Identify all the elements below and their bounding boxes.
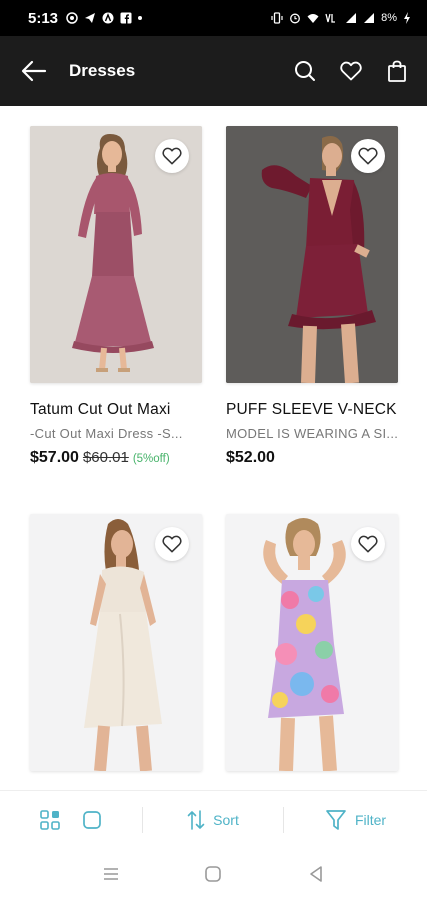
back-nav-button[interactable] xyxy=(296,859,336,889)
telegram-icon xyxy=(85,13,96,23)
product-name[interactable]: Tatum Cut Out Maxi xyxy=(30,401,202,419)
heart-outline-icon xyxy=(162,535,182,553)
product-description: -Cut Out Maxi Dress -S... xyxy=(30,426,183,441)
system-nav-bar xyxy=(0,848,427,900)
wifi-icon xyxy=(307,14,319,23)
battery-percent: 8% xyxy=(381,12,397,24)
view-toggle xyxy=(0,791,142,848)
heart-outline-icon xyxy=(358,535,378,553)
page-title: Dresses xyxy=(69,61,136,80)
sort-icon xyxy=(187,809,205,830)
wishlist-button[interactable] xyxy=(339,59,363,83)
status-right: 8% xyxy=(271,12,411,24)
product-old-price: $60.01 xyxy=(82,449,129,466)
single-view-button[interactable] xyxy=(82,810,102,830)
product-image[interactable] xyxy=(30,126,202,383)
product-card[interactable] xyxy=(226,514,398,771)
app-bar-actions xyxy=(293,59,409,83)
price-row: $57.00 $60.01 (5%off) xyxy=(30,449,202,467)
product-image[interactable] xyxy=(226,126,398,383)
sort-button[interactable]: Sort xyxy=(142,806,284,833)
heart-icon xyxy=(340,61,362,81)
product-image[interactable] xyxy=(30,514,202,771)
filter-icon xyxy=(326,809,346,830)
search-icon xyxy=(295,61,315,81)
more-notifications-dot xyxy=(138,16,143,20)
signal-icon xyxy=(346,13,357,23)
app-bar: Dresses xyxy=(0,36,427,106)
product-description: MODEL IS WEARING A SI... xyxy=(226,426,398,441)
product-discount: (5%off) xyxy=(132,453,170,465)
heart-outline-icon xyxy=(162,147,182,165)
recent-apps-icon xyxy=(104,868,119,880)
product-card[interactable]: Tatum Cut Out Maxi -Cut Out Maxi Dress -… xyxy=(30,126,202,467)
grid-view-button[interactable] xyxy=(40,809,60,830)
facebook-icon xyxy=(120,12,132,24)
volte-icon xyxy=(325,13,336,23)
heart-outline-icon xyxy=(358,147,378,165)
single-view-icon xyxy=(83,810,101,829)
notification-icon xyxy=(66,12,78,24)
app-notification-icon xyxy=(102,12,114,24)
notification-icons xyxy=(66,12,143,24)
arrow-left-icon xyxy=(21,60,47,82)
product-card[interactable] xyxy=(30,514,202,771)
back-button[interactable] xyxy=(20,57,48,85)
vibrate-icon xyxy=(271,12,283,24)
status-time: 5:13 xyxy=(28,9,59,27)
home-icon xyxy=(205,866,222,882)
grid-view-icon xyxy=(40,809,60,830)
favorite-button[interactable] xyxy=(155,139,189,173)
alarm-icon xyxy=(290,13,301,24)
sort-label: Sort xyxy=(213,811,239,828)
signal-2-icon xyxy=(364,13,375,23)
price-row: $52.00 xyxy=(226,449,398,467)
charging-icon xyxy=(404,12,410,24)
cart-button[interactable] xyxy=(385,59,409,83)
product-card[interactable]: PUFF SLEEVE V-NECK MODEL IS WEARING A SI… xyxy=(226,126,398,467)
product-name[interactable]: PUFF SLEEVE V-NECK xyxy=(226,401,398,419)
back-triangle-icon xyxy=(310,866,322,882)
search-button[interactable] xyxy=(293,59,317,83)
home-button[interactable] xyxy=(193,859,233,889)
shopping-bag-icon xyxy=(388,60,406,82)
status-left: 5:13 xyxy=(28,9,143,27)
bottom-action-bar: Sort Filter xyxy=(0,790,427,848)
filter-label: Filter xyxy=(354,811,387,828)
product-price: $57.00 xyxy=(30,449,79,466)
favorite-button[interactable] xyxy=(155,527,189,561)
product-image[interactable] xyxy=(226,514,398,771)
status-bar: 5:13 8% xyxy=(0,0,427,36)
favorite-button[interactable] xyxy=(351,527,385,561)
filter-button[interactable]: Filter xyxy=(284,791,427,848)
product-price: $52.00 xyxy=(226,449,275,466)
recent-apps-button[interactable] xyxy=(91,859,131,889)
favorite-button[interactable] xyxy=(351,139,385,173)
